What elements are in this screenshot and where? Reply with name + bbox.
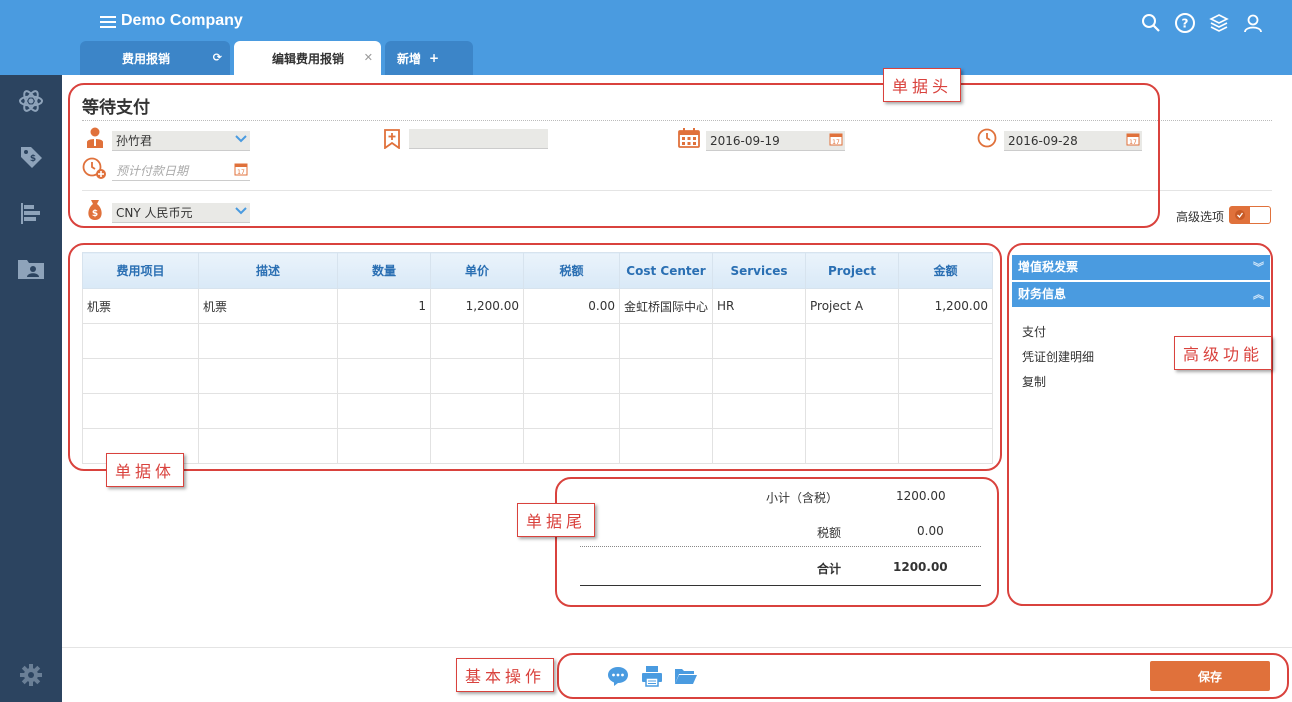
annotation-label-advanced: 高级功能 [1174, 336, 1273, 370]
search-icon[interactable] [1140, 12, 1162, 34]
contact-folder-icon[interactable] [17, 255, 45, 283]
left-sidebar: $ [0, 75, 62, 702]
tab-label: 新增 [397, 51, 422, 66]
tab-new[interactable]: 新增 + [385, 41, 473, 75]
annotation-box-header [68, 83, 1160, 228]
company-name: Demo Company [121, 12, 243, 29]
layers-icon[interactable] [1208, 12, 1230, 34]
divider [62, 647, 1292, 648]
annotation-label-footer: 单据尾 [517, 503, 596, 537]
svg-text:$: $ [30, 154, 36, 164]
atom-icon[interactable] [17, 87, 45, 115]
plus-icon[interactable]: + [429, 51, 439, 65]
tab-label: 费用报销 [122, 51, 171, 66]
advanced-options-toggle[interactable] [1229, 206, 1271, 224]
annotation-label-header: 单据头 [883, 68, 962, 102]
tab-expense-list[interactable]: 费用报销 ⟳ [80, 41, 230, 75]
refresh-icon[interactable]: ⟳ [213, 51, 222, 64]
annotation-label-body: 单据体 [106, 453, 185, 487]
help-icon[interactable]: ? [1174, 12, 1196, 34]
price-tag-icon[interactable]: $ [17, 143, 45, 171]
tab-edit-expense[interactable]: 编辑费用报销 ✕ [234, 41, 381, 75]
annotation-box-advanced [1007, 243, 1273, 606]
annotation-label-basic: 基本操作 [456, 658, 555, 692]
top-bar: Demo Company ? 费用报销 ⟳ 编辑费用报销 ✕ 新增 + [0, 0, 1292, 75]
annotation-box-basic [557, 653, 1289, 699]
svg-text:?: ? [1182, 17, 1189, 31]
menu-icon[interactable] [100, 14, 116, 30]
check-icon [1230, 207, 1250, 223]
annotation-box-body [68, 243, 1002, 471]
advanced-options-label: 高级选项 [1176, 210, 1225, 224]
user-icon[interactable] [1242, 12, 1264, 34]
annotation-box-footer [555, 477, 999, 607]
bar-chart-icon[interactable] [17, 199, 45, 227]
close-icon[interactable]: ✕ [364, 51, 373, 64]
tab-label: 编辑费用报销 [272, 51, 345, 66]
settings-gear-icon[interactable] [17, 661, 45, 689]
